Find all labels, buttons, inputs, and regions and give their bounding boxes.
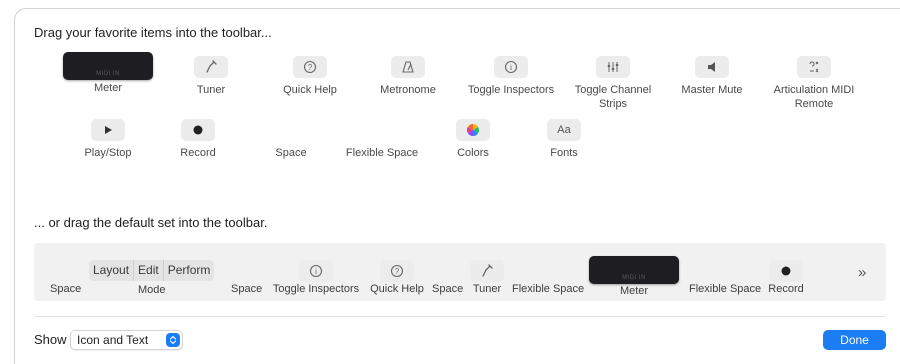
svg-text:?: ? [395, 267, 400, 276]
toolbar-item-flexible-space[interactable]: Flexible Space [340, 146, 424, 160]
toolbar-item-toggle-channel-strips[interactable]: Toggle Channel Strips [573, 56, 653, 111]
toggle-channel-strips-label: Toggle Channel Strips [574, 84, 652, 110]
toggle-inspectors-label: Toggle Inspectors [467, 84, 555, 96]
toolbar-item-master-mute[interactable]: Master Mute [677, 56, 747, 97]
speaker-icon [695, 56, 729, 78]
meter-display: MIDI IN [589, 256, 679, 284]
meter-display: MIDI IN [63, 52, 153, 80]
question-circle-icon: ? [293, 56, 327, 78]
toolbar-item-articulation-midi-remote[interactable]: Articulation MIDI Remote [772, 56, 856, 111]
toolbar-item-meter[interactable]: MIDI IN Meter [63, 52, 153, 95]
space-label: Space [275, 147, 307, 159]
default-meter: MIDI IN Meter [589, 256, 679, 297]
default-mode-control: Layout Edit Perform Mode [89, 260, 215, 296]
updown-chevron-icon [166, 333, 180, 347]
toolbar-item-space[interactable]: Space [266, 146, 316, 160]
show-label: Show [34, 332, 67, 347]
info-circle-icon: i [299, 260, 333, 282]
toolbar-item-play-stop[interactable]: Play/Stop [78, 119, 138, 160]
svg-text:?: ? [308, 63, 313, 72]
toolbar-item-toggle-inspectors[interactable]: i Toggle Inspectors [465, 56, 557, 97]
tuner-label: Tuner [196, 84, 226, 96]
mode-segment-edit: Edit [133, 260, 163, 281]
question-circle-icon: ? [380, 260, 414, 282]
mode-label: Mode [137, 284, 166, 296]
color-wheel-icon [456, 119, 490, 141]
toolbar-item-record[interactable]: Record [168, 119, 228, 160]
default-toggle-inspectors-label: Toggle Inspectors [272, 283, 360, 295]
quick-help-label: Quick Help [283, 84, 337, 96]
articulation-label: Articulation MIDI Remote [773, 84, 855, 110]
mode-segment-layout: Layout [93, 263, 130, 277]
mode-segmented-control: Layout Edit Perform [89, 260, 215, 281]
sliders-icon [596, 56, 630, 78]
default-set-heading: ... or drag the default set into the too… [34, 215, 268, 230]
done-button[interactable]: Done [823, 330, 886, 350]
default-tuner: Tuner [470, 260, 504, 295]
default-space-1: Space [50, 283, 82, 295]
default-meter-label: Meter [619, 285, 649, 297]
show-popup-button[interactable]: Icon and Text [70, 330, 183, 350]
record-icon [181, 119, 215, 141]
default-flexible-space-1: Flexible Space [512, 283, 585, 295]
toolbar-item-colors[interactable]: Colors [449, 119, 497, 160]
metronome-icon [391, 56, 425, 78]
info-circle-icon: i [494, 56, 528, 78]
default-record-label: Record [768, 283, 804, 295]
toolbar-item-tuner[interactable]: Tuner [181, 56, 241, 97]
mode-segment-perform: Perform [162, 260, 215, 281]
toolbar-item-metronome[interactable]: Metronome [370, 56, 446, 97]
metronome-label: Metronome [380, 84, 436, 96]
default-space-2: Space [231, 283, 263, 295]
default-toggle-inspectors: i Toggle Inspectors [272, 260, 360, 295]
fonts-icon: Aa [547, 119, 581, 141]
default-quick-help-label: Quick Help [370, 283, 424, 295]
flexible-space-label: Flexible Space [345, 147, 419, 159]
play-icon [91, 119, 125, 141]
default-flexible-space-2: Flexible Space [689, 283, 762, 295]
default-tuner-label: Tuner [472, 283, 502, 295]
toolbar-item-quick-help[interactable]: ? Quick Help [270, 56, 350, 97]
record-icon [769, 260, 803, 282]
svg-text:i: i [315, 267, 318, 276]
articulation-icon [797, 56, 831, 78]
tuning-fork-icon [194, 56, 228, 78]
fonts-label: Fonts [550, 147, 578, 159]
master-mute-label: Master Mute [681, 84, 743, 96]
default-quick-help: ? Quick Help [367, 260, 427, 295]
play-stop-label: Play/Stop [84, 147, 132, 159]
default-space-3: Space [432, 283, 464, 295]
tuning-fork-icon [470, 260, 504, 282]
record-label: Record [180, 147, 216, 159]
footer-divider [34, 316, 886, 317]
default-record: Record [766, 260, 806, 295]
show-popup-value: Icon and Text [77, 333, 149, 347]
favorites-heading: Drag your favorite items into the toolba… [34, 25, 272, 40]
meter-label: Meter [93, 82, 123, 94]
colors-label: Colors [457, 147, 489, 159]
svg-text:i: i [510, 63, 513, 72]
overflow-chevron-icon[interactable]: » [858, 264, 866, 281]
toolbar-item-fonts[interactable]: Aa Fonts [540, 119, 588, 160]
